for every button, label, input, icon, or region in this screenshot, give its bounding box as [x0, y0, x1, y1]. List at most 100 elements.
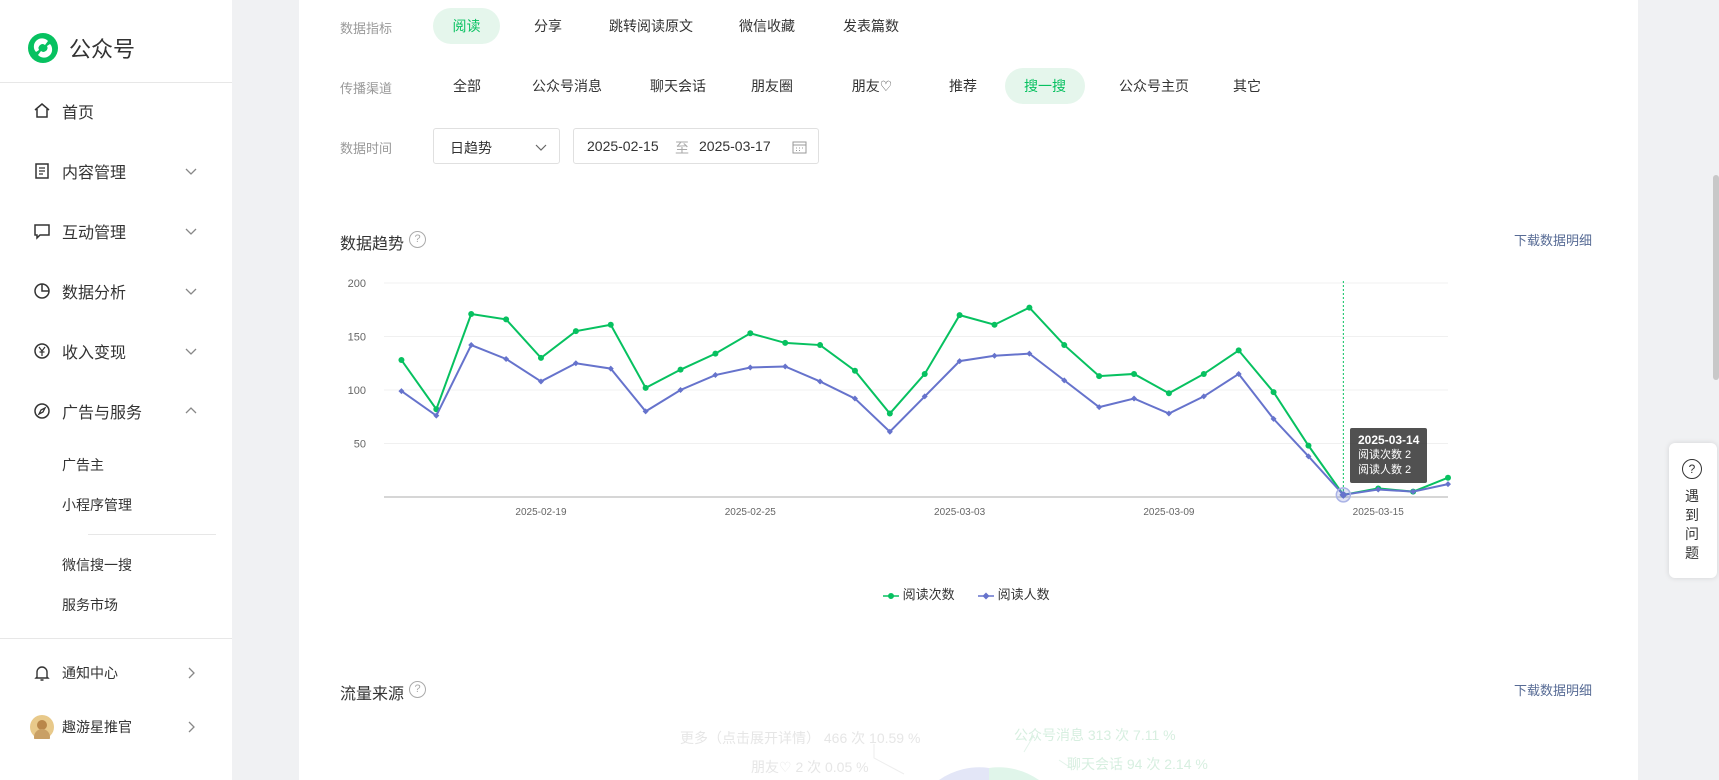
- sidebar-item-account[interactable]: 趣游星推官: [0, 709, 232, 745]
- home-icon: [34, 103, 50, 118]
- channel-pill-other[interactable]: 其它: [1226, 68, 1268, 104]
- series-line: [400, 306, 1449, 496]
- sidebar-divider: [0, 82, 232, 83]
- traffic-download-link[interactable]: 下载数据明细: [1514, 680, 1592, 699]
- sidebar-item-label: 趣游星推官: [62, 719, 132, 735]
- y-tick-label: 100: [348, 385, 366, 397]
- metric-pill-posts[interactable]: 发表篇数: [835, 8, 907, 44]
- data-point[interactable]: [468, 311, 475, 318]
- data-point[interactable]: [1131, 370, 1138, 377]
- data-point[interactable]: [677, 366, 684, 373]
- data-point[interactable]: [1131, 395, 1138, 402]
- x-tick-label: 2025-02-25: [725, 507, 777, 518]
- y-tick-label: 200: [348, 278, 366, 290]
- granularity-select[interactable]: 日趋势: [433, 128, 560, 164]
- data-point[interactable]: [921, 370, 928, 377]
- sidebar-sub-wechat-search[interactable]: 微信搜一搜: [62, 555, 132, 575]
- sidebar-sub-miniprogram[interactable]: 小程序管理: [62, 495, 132, 515]
- data-point[interactable]: [1096, 373, 1103, 380]
- chart-tooltip: 2025-03-14 阅读次数 2 阅读人数 2: [1350, 428, 1428, 483]
- data-point[interactable]: [1026, 304, 1033, 311]
- yen-icon: [34, 343, 50, 359]
- legend-marker-reads: [883, 592, 899, 599]
- bell-icon: [34, 666, 50, 681]
- sidebar-item-monetize[interactable]: 收入变现: [0, 333, 232, 369]
- sidebar-item-home[interactable]: 首页: [0, 93, 232, 129]
- data-point[interactable]: [851, 367, 858, 374]
- data-point[interactable]: [1270, 389, 1277, 396]
- sidebar-item-ads[interactable]: 广告与服务: [0, 393, 232, 429]
- data-point[interactable]: [712, 372, 719, 379]
- channel-pill-messages[interactable]: 公众号消息: [524, 68, 610, 104]
- legend-item-readers[interactable]: 阅读人数: [978, 584, 1050, 603]
- logo-text: 公众号: [69, 37, 136, 62]
- data-point[interactable]: [1235, 347, 1242, 354]
- trend-line-chart[interactable]: 200 150 100 50 2025-02-19 2025-02-25 2025-03-…: [299, 260, 1638, 620]
- data-point[interactable]: [607, 321, 614, 328]
- channel-pill-chat[interactable]: 聊天会话: [645, 68, 711, 104]
- data-point[interactable]: [747, 364, 754, 371]
- sidebar-item-label: 广告与服务: [62, 405, 143, 422]
- data-point[interactable]: [991, 321, 998, 328]
- data-point[interactable]: [886, 410, 893, 417]
- data-point[interactable]: [1445, 474, 1451, 481]
- date-from: 2025-02-15: [587, 138, 659, 154]
- sidebar-item-interaction[interactable]: 互动管理: [0, 213, 232, 249]
- channel-pill-all[interactable]: 全部: [443, 68, 491, 104]
- chevron-right-icon: [188, 721, 195, 733]
- channel-pill-recommend[interactable]: 推荐: [942, 68, 984, 104]
- data-point[interactable]: [398, 357, 405, 364]
- pie-label-more[interactable]: 更多（点击展开详情） 466 次 10.59 %: [680, 728, 920, 748]
- sidebar-item-analytics[interactable]: 数据分析: [0, 273, 232, 309]
- date-range-picker[interactable]: 2025-02-15 至 2025-03-17: [573, 128, 819, 164]
- channel-pill-homepage[interactable]: 公众号主页: [1113, 68, 1195, 104]
- main-panel: 数据指标 阅读 分享 跳转阅读原文 微信收藏 发表篇数 传播渠道 全部 公众号消…: [299, 0, 1638, 780]
- channel-pill-search[interactable]: 搜一搜: [1005, 68, 1085, 104]
- data-point[interactable]: [642, 384, 649, 391]
- granularity-value: 日趋势: [450, 140, 492, 156]
- pie-label-messages: 公众号消息 313 次 7.11 %: [1014, 727, 1176, 743]
- data-point[interactable]: [1165, 390, 1172, 397]
- channel-pill-moments[interactable]: 朋友圈: [745, 68, 799, 104]
- compass-icon: [34, 403, 50, 419]
- x-tick-label: 2025-03-09: [1143, 507, 1195, 518]
- data-point[interactable]: [782, 339, 789, 346]
- data-point[interactable]: [712, 350, 719, 357]
- help-icon[interactable]: ?: [409, 681, 426, 698]
- sidebar-item-content[interactable]: 内容管理: [0, 153, 232, 189]
- calendar-icon: [792, 141, 807, 154]
- feedback-button[interactable]: ? 遇到问题: [1669, 443, 1717, 578]
- data-point[interactable]: [747, 330, 754, 337]
- sidebar-divider: [0, 638, 232, 639]
- metric-pill-jump[interactable]: 跳转阅读原文: [599, 8, 703, 44]
- chevron-down-icon: [185, 348, 197, 355]
- data-point[interactable]: [1305, 442, 1312, 449]
- x-tick-label: 2025-03-03: [934, 507, 986, 518]
- data-point[interactable]: [1200, 370, 1207, 377]
- data-point[interactable]: [817, 342, 824, 349]
- metric-pill-read[interactable]: 阅读: [433, 8, 500, 44]
- data-point[interactable]: [1061, 342, 1068, 349]
- data-point[interactable]: [1445, 481, 1451, 488]
- data-point[interactable]: [956, 312, 963, 319]
- sidebar-sub-advertiser[interactable]: 广告主: [62, 455, 104, 475]
- metric-pill-favorite[interactable]: 微信收藏: [731, 8, 803, 44]
- data-point[interactable]: [572, 328, 579, 335]
- logo[interactable]: 公众号: [27, 31, 135, 65]
- channel-pill-friends[interactable]: 朋友♡: [841, 68, 903, 104]
- data-point[interactable]: [782, 363, 789, 370]
- data-point[interactable]: [991, 352, 998, 359]
- sidebar-sub-service-market[interactable]: 服务市场: [62, 595, 118, 615]
- trend-download-link[interactable]: 下载数据明细: [1514, 230, 1592, 249]
- legend-item-reads[interactable]: 阅读次数: [883, 584, 955, 603]
- help-icon[interactable]: ?: [409, 231, 426, 248]
- metric-pill-share[interactable]: 分享: [523, 8, 573, 44]
- data-point[interactable]: [503, 316, 510, 323]
- channel-label: 传播渠道: [340, 81, 393, 96]
- sidebar-item-notify[interactable]: 通知中心: [0, 655, 232, 691]
- avatar: [30, 715, 54, 739]
- chevron-down-icon: [535, 144, 547, 151]
- scrollbar-thumb[interactable]: [1713, 175, 1719, 380]
- data-point[interactable]: [537, 354, 544, 361]
- chevron-down-icon: [185, 288, 197, 295]
